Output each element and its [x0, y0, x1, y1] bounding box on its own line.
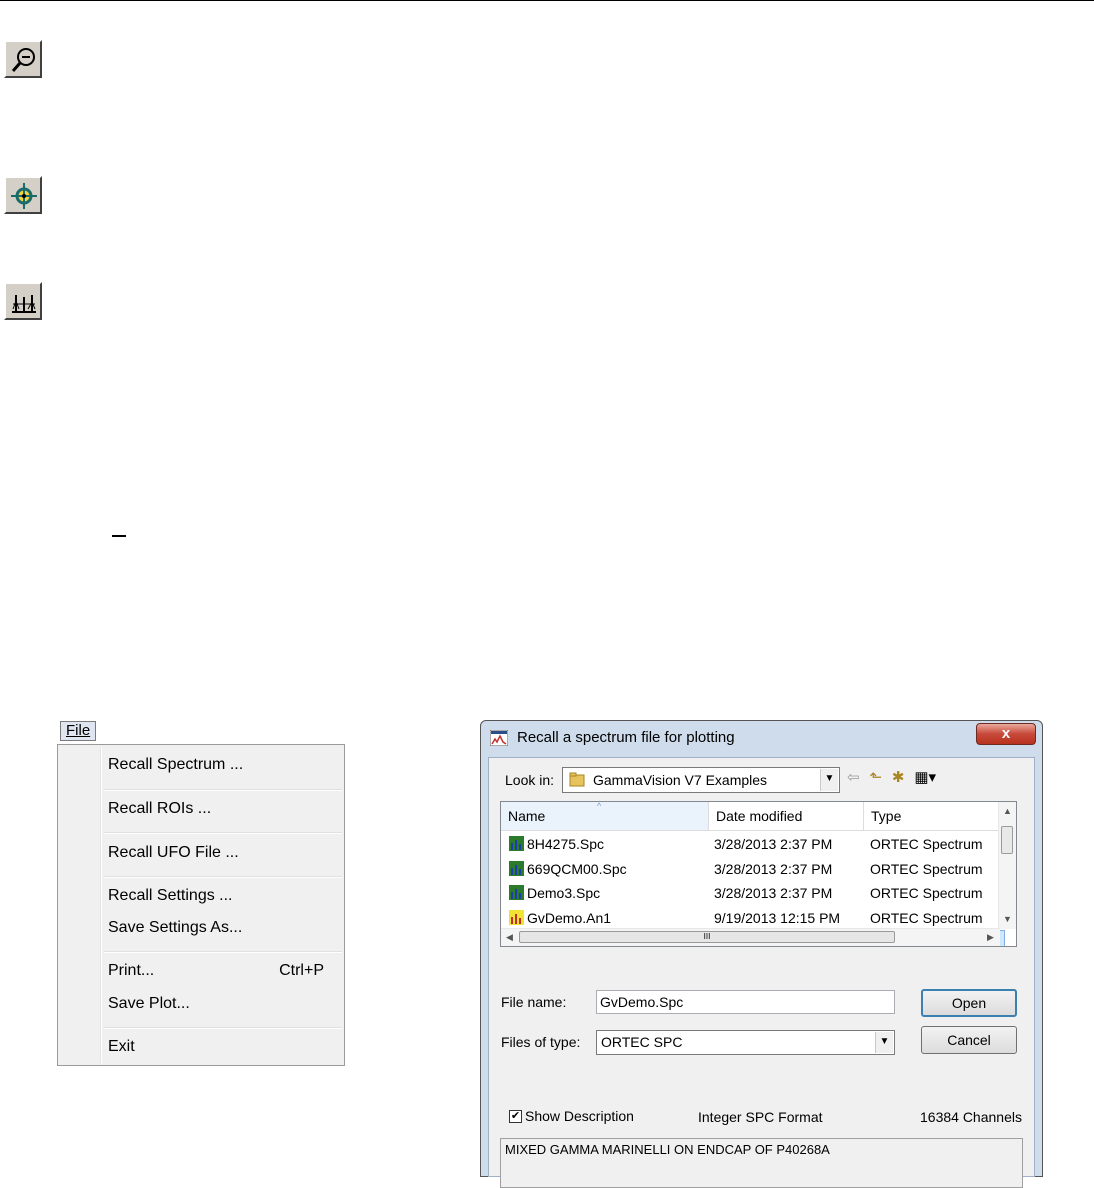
dialog-body: Look in: GammaVision V7 Examples ▼ ⇦ ⬑ ✱… [488, 757, 1035, 1188]
recall-spectrum-dialog: Recall a spectrum file for plotting x Lo… [480, 720, 1043, 1188]
new-folder-icon[interactable]: ✱ [892, 768, 905, 788]
menu-item-save-settings-as[interactable]: Save Settings As... [108, 916, 338, 940]
menu-separator [104, 1027, 342, 1029]
menu-gutter [100, 747, 102, 1063]
horizontal-scrollbar[interactable]: ◀ III ▶ [501, 928, 1000, 946]
menu-item-exit[interactable]: Exit [108, 1035, 338, 1059]
close-button[interactable]: x [976, 723, 1036, 745]
description-box: MIXED GAMMA MARINELLI ON ENDCAP OF P4026… [500, 1138, 1023, 1188]
file-date-cell: 9/19/2013 12:15 PM [714, 909, 841, 926]
column-name[interactable]: Name ^ [501, 802, 709, 831]
zoom-out-button[interactable] [4, 40, 42, 78]
menu-item-print[interactable]: Print... Ctrl+P [108, 959, 338, 983]
scroll-up-arrow[interactable]: ▲ [1003, 806, 1012, 816]
folder-icon [569, 772, 585, 787]
print-shortcut: Ctrl+P [279, 962, 324, 979]
spectrum-file-icon [509, 885, 524, 900]
menu-separator [104, 789, 342, 791]
center-crosshair-icon [11, 183, 37, 209]
menu-item-recall-ufo-file[interactable]: Recall UFO File ... [108, 841, 338, 865]
open-button[interactable]: Open [921, 989, 1017, 1017]
file-name-input[interactable]: GvDemo.Spc [596, 990, 895, 1014]
file-name-cell: 669QCM00.Spc [527, 860, 627, 877]
peak-markers-icon [12, 295, 36, 313]
peak-markers-button[interactable] [4, 282, 42, 320]
dialog-toolbar: ⇦ ⬑ ✱ ▦▾ [847, 768, 942, 788]
files-of-type-label: Files of type: [501, 1034, 581, 1050]
file-name-cell: Demo3.Spc [527, 885, 601, 901]
channels-text: 16384 Channels [920, 1109, 1022, 1125]
scroll-left-arrow[interactable]: ◀ [506, 932, 513, 943]
file-name-cell: GvDemo.An1 [527, 909, 612, 926]
spectrum-app-icon [490, 730, 508, 746]
format-text: Integer SPC Format [698, 1109, 823, 1125]
files-of-type-select[interactable]: ORTEC SPC ▼ [596, 1030, 895, 1055]
look-in-label: Look in: [505, 772, 555, 788]
menu-separator [104, 832, 342, 834]
file-date-cell: 3/28/2013 2:37 PM [714, 860, 833, 877]
file-name-cell: 8H4275.Spc [527, 836, 605, 852]
view-menu-icon[interactable]: ▦▾ [914, 768, 936, 788]
up-folder-icon[interactable]: ⬑ [869, 768, 882, 788]
top-rule [0, 0, 1094, 1]
file-type-cell: ORTEC Spectrum [870, 909, 983, 926]
file-date-cell: 3/28/2013 2:37 PM [714, 885, 833, 901]
file-list[interactable]: Name ^ Date modified Type 8H4275.Spc 3/28… [500, 801, 1017, 947]
analysis-file-icon [509, 909, 524, 925]
vertical-scrollbar[interactable]: ▲ ▼ [998, 802, 1016, 929]
sort-ascending-icon: ^ [597, 801, 602, 811]
horizontal-scroll-thumb[interactable]: III [519, 931, 895, 943]
back-arrow-icon[interactable]: ⇦ [847, 768, 860, 788]
menu-item-recall-settings[interactable]: Recall Settings ... [108, 884, 338, 908]
scroll-down-arrow[interactable]: ▼ [1003, 914, 1012, 924]
menu-item-recall-spectrum[interactable]: Recall Spectrum ... [108, 753, 338, 777]
look-in-combo[interactable]: GammaVision V7 Examples ▼ [562, 767, 840, 793]
show-description-label[interactable]: Show Description [525, 1108, 634, 1124]
dialog-title: Recall a spectrum file for plotting [517, 729, 735, 746]
file-type-cell: ORTEC Spectrum [870, 860, 983, 877]
vertical-scroll-thumb[interactable] [1001, 826, 1013, 854]
show-description-checkbox[interactable]: ✔ [509, 1110, 522, 1123]
files-of-type-dropdown-arrow[interactable]: ▼ [875, 1032, 893, 1053]
menu-separator [104, 951, 342, 953]
cancel-button[interactable]: Cancel [921, 1026, 1017, 1054]
file-date-cell: 3/28/2013 2:37 PM [714, 836, 833, 852]
file-type-cell: ORTEC Spectrum [870, 836, 983, 852]
menu-item-save-plot[interactable]: Save Plot... [108, 992, 338, 1016]
file-type-cell: ORTEC Spectrum [870, 885, 983, 901]
look-in-dropdown-arrow[interactable]: ▼ [820, 769, 838, 791]
menu-item-recall-rois[interactable]: Recall ROIs ... [108, 797, 338, 821]
center-button[interactable] [4, 176, 42, 214]
description-text: MIXED GAMMA MARINELLI ON ENDCAP OF P4026… [505, 1142, 830, 1157]
underline-mark [112, 535, 126, 537]
spectrum-file-icon [509, 860, 524, 876]
file-row[interactable]: 669QCM00.Spc 3/28/2013 2:37 PM ORTEC Spect… [503, 857, 1005, 881]
file-menu-title[interactable]: File [60, 721, 97, 741]
scroll-right-arrow[interactable]: ▶ [987, 932, 994, 943]
column-type[interactable]: Type [864, 802, 1001, 831]
file-row[interactable]: Demo3.Spc 3/28/2013 2:37 PM ORTEC Spectrum [503, 881, 1005, 905]
file-name-label: File name: [501, 994, 567, 1010]
file-row[interactable]: 8H4275.Spc 3/28/2013 2:37 PM ORTEC Spectru… [503, 832, 1005, 856]
file-row[interactable]: GvDemo.An1 9/19/2013 12:15 PM ORTEC Spectr… [503, 906, 1005, 930]
zoom-out-magnifier-icon [11, 48, 35, 72]
menu-separator [104, 876, 342, 878]
column-date-modified[interactable]: Date modified [709, 802, 864, 831]
spectrum-file-icon [509, 836, 524, 851]
file-menu: Recall Spectrum ... Recall ROIs ... Reca… [57, 744, 345, 1066]
